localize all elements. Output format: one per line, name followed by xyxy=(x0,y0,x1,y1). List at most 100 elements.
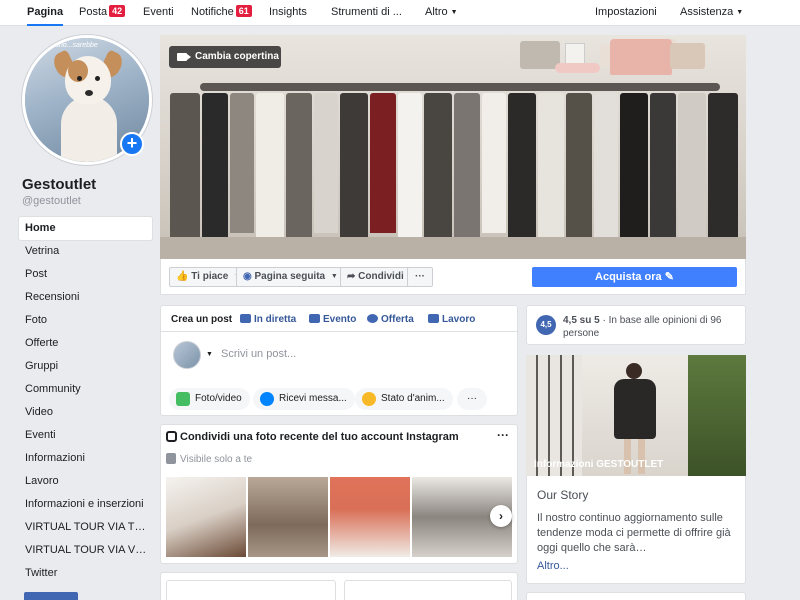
garment xyxy=(202,93,228,243)
sidebar-item-virtual-tour-verdi[interactable]: VIRTUAL TOUR VIA VERDI xyxy=(19,539,152,562)
clothing-rail xyxy=(200,83,720,91)
nav-tab-strumenti[interactable]: Strumenti di ... xyxy=(331,0,402,26)
sidebar-item-gruppi[interactable]: Gruppi xyxy=(19,355,152,378)
nav-tab-assistenza[interactable]: Assistenza ▼ xyxy=(680,0,743,26)
rating-score-badge: 4,5 xyxy=(536,315,556,335)
instagram-photo[interactable] xyxy=(166,477,246,557)
about-photo-caption: Informazioni GESTOUTLET xyxy=(534,459,664,470)
calendar-icon xyxy=(309,314,320,323)
shelf-box xyxy=(520,41,560,69)
garment xyxy=(230,93,254,233)
sidebar-item-twitter[interactable]: Twitter xyxy=(19,562,152,585)
sidebar-item-informazioni[interactable]: Informazioni xyxy=(19,447,152,470)
tab-live[interactable]: In diretta xyxy=(240,314,296,325)
nav-tab-altro[interactable]: Altro ▼ xyxy=(425,0,458,26)
follow-button[interactable]: ◉ Pagina seguita ▼ xyxy=(236,267,345,287)
post-input[interactable]: Scrivi un post... xyxy=(221,348,296,360)
page-username[interactable]: @gestoutlet xyxy=(22,195,81,207)
dog-nose xyxy=(85,90,93,96)
photo-video-button[interactable]: Foto/video xyxy=(169,388,250,410)
nav-tab-label: Strumenti di ... xyxy=(331,6,402,18)
instagram-icon xyxy=(166,431,177,442)
about-photo[interactable] xyxy=(526,355,746,476)
garment xyxy=(566,93,592,238)
smiley-icon xyxy=(362,392,376,406)
create-page-button[interactable] xyxy=(24,592,78,600)
composer-avatar xyxy=(173,341,201,369)
nav-tab-label: Assistenza xyxy=(680,6,734,18)
sidebar-item-vetrina[interactable]: Vetrina xyxy=(19,240,152,263)
sidebar-item-eventi[interactable]: Eventi xyxy=(19,424,152,447)
tab-create-post[interactable]: Crea un post xyxy=(171,314,232,325)
more-options-button[interactable]: ··· xyxy=(457,388,487,410)
sidebar-item-video[interactable]: Video xyxy=(19,401,152,424)
garment xyxy=(538,93,564,243)
sidebar-item-lavoro[interactable]: Lavoro xyxy=(19,470,152,493)
tab-event[interactable]: Evento xyxy=(309,314,356,325)
sidebar-item-post[interactable]: Post xyxy=(19,263,152,286)
tab-job[interactable]: Lavoro xyxy=(428,314,475,325)
bottom-right-card xyxy=(526,592,746,600)
story-more-link[interactable]: Altro... xyxy=(537,560,569,572)
messenger-icon xyxy=(260,392,274,406)
tab-label: Evento xyxy=(323,314,357,325)
sidebar-item-virtual-tour-tre[interactable]: VIRTUAL TOUR VIA TRE... xyxy=(19,516,152,539)
share-label: Condividi xyxy=(358,271,404,282)
instagram-photo[interactable] xyxy=(248,477,328,557)
sidebar-item-foto[interactable]: Foto xyxy=(19,309,152,332)
tab-label: In diretta xyxy=(254,314,297,325)
bottom-tile[interactable] xyxy=(344,580,512,600)
posta-count-badge: 42 xyxy=(109,5,126,17)
sidebar-item-community[interactable]: Community xyxy=(19,378,152,401)
bottom-tile[interactable] xyxy=(166,580,336,600)
nav-tab-notifiche[interactable]: Notifiche 61 xyxy=(191,0,252,26)
card-menu-icon[interactable]: ··· xyxy=(497,428,509,442)
like-label: Ti piace xyxy=(191,271,229,282)
sidebar-item-recensioni[interactable]: Recensioni xyxy=(19,286,152,309)
nav-tab-eventi[interactable]: Eventi xyxy=(143,0,174,26)
pill-label: Stato d'anim... xyxy=(381,393,445,404)
garment xyxy=(594,93,618,243)
profile-picture-caption: territorio...sarebbe xyxy=(41,42,98,49)
nav-tab-posta[interactable]: Posta 42 xyxy=(79,0,126,26)
change-cover-button[interactable]: Cambia copertina xyxy=(169,46,281,68)
nav-tab-insights[interactable]: Insights xyxy=(269,0,307,26)
notifiche-count-badge: 61 xyxy=(235,5,252,17)
garment xyxy=(398,93,422,238)
visibility-note: Visibile solo a te xyxy=(180,454,253,465)
sidebar-item-info-inserzioni[interactable]: Informazioni e inserzioni xyxy=(19,493,152,516)
nav-tab-impostazioni[interactable]: Impostazioni xyxy=(595,0,657,26)
nav-tab-label: Impostazioni xyxy=(595,6,657,18)
page-top-navigation: Pagina Posta 42 Eventi Notifiche 61 Insigh… xyxy=(0,0,800,26)
buy-now-label: Acquista ora xyxy=(595,271,662,283)
tab-label: Lavoro xyxy=(442,314,476,325)
instagram-photo[interactable] xyxy=(330,477,410,557)
buy-now-button[interactable]: Acquista ora ✎ xyxy=(532,267,737,287)
garment xyxy=(340,93,368,243)
caret-down-icon[interactable]: ▼ xyxy=(206,351,213,358)
sidebar-item-offerte[interactable]: Offerte xyxy=(19,332,152,355)
garment xyxy=(256,93,284,238)
add-profile-photo-button[interactable]: + xyxy=(120,132,144,156)
person-coat xyxy=(614,379,656,439)
garment xyxy=(314,93,338,233)
sidebar-item-home[interactable]: Home xyxy=(19,217,152,240)
offer-tag-icon xyxy=(367,314,378,323)
share-button[interactable]: ➦ Condividi xyxy=(340,267,411,287)
feeling-button[interactable]: Stato d'anim... xyxy=(355,388,453,410)
garment xyxy=(678,93,706,243)
get-messages-button[interactable]: Ricevi messa... xyxy=(253,388,355,410)
tab-label: Offerta xyxy=(381,314,414,325)
story-text: Il nostro continuo aggiornamento sulle t… xyxy=(537,512,731,554)
more-actions-button[interactable]: ··· xyxy=(407,267,433,287)
tab-offer[interactable]: Offerta xyxy=(367,314,414,325)
nav-tab-pagina[interactable]: Pagina xyxy=(27,0,64,26)
live-video-icon xyxy=(240,314,251,323)
next-arrow-icon[interactable]: › xyxy=(490,505,512,527)
sidebar-navigation: Home Vetrina Post Recensioni Foto Offert… xyxy=(19,217,152,585)
more-icon: ··· xyxy=(415,271,425,282)
rating-text: 4,5 su 5 · In base alle opinioni di 96 p… xyxy=(563,314,739,340)
photo-icon xyxy=(176,392,190,406)
garment xyxy=(482,93,506,233)
garment xyxy=(454,93,480,243)
